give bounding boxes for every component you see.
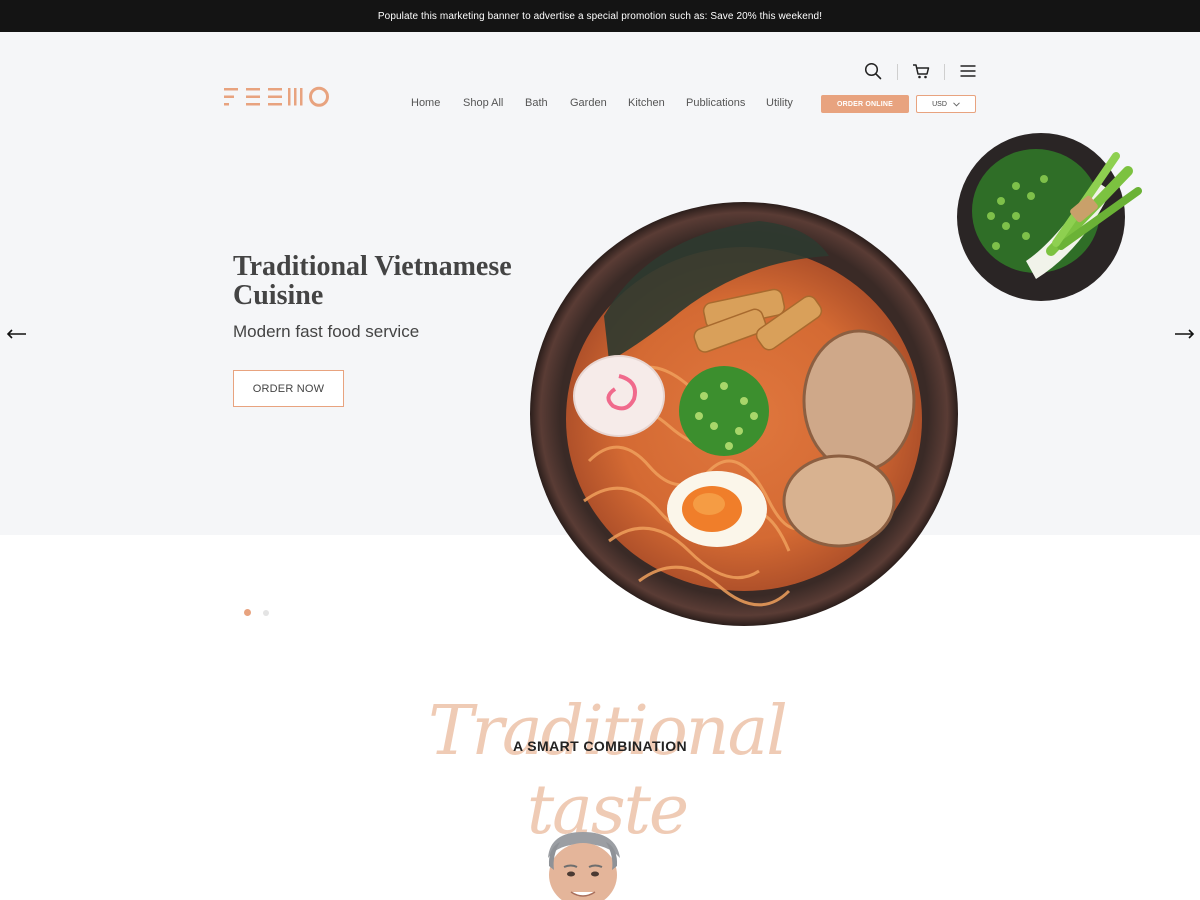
nav-item-publications[interactable]: Publications [686, 97, 745, 109]
prev-slide-arrow-icon[interactable] [6, 326, 28, 342]
chevron-down-icon [953, 101, 960, 107]
slide-dot-active[interactable] [244, 609, 251, 616]
currency-value: USD [932, 100, 947, 108]
chef-portrait-image [538, 830, 628, 900]
nav-item-utility[interactable]: Utility [766, 97, 793, 109]
nav-item-garden[interactable]: Garden [570, 97, 607, 109]
header-divider [944, 64, 945, 80]
cart-icon[interactable] [912, 62, 932, 82]
ramen-bowl-image [529, 201, 959, 627]
slide-dot[interactable] [263, 610, 269, 616]
header-divider [897, 64, 898, 80]
hero-title: Traditional Vietnamese Cuisine [233, 251, 512, 311]
nav-item-shop-all[interactable]: Shop All [463, 97, 503, 109]
green-onion-bowl-image [956, 131, 1142, 303]
nav-item-home[interactable]: Home [411, 97, 440, 109]
nav-item-kitchen[interactable]: Kitchen [628, 97, 665, 109]
logo[interactable] [224, 86, 332, 108]
menu-icon[interactable] [959, 62, 979, 82]
nav-item-bath[interactable]: Bath [525, 97, 548, 109]
logo-mark [224, 86, 329, 107]
search-icon[interactable] [864, 62, 884, 82]
promo-banner: Populate this marketing banner to advert… [0, 0, 1200, 32]
next-slide-arrow-icon[interactable] [1173, 326, 1195, 342]
order-online-button[interactable]: ORDER ONLINE [821, 95, 909, 113]
header-icons [860, 62, 980, 82]
currency-select[interactable]: USD [916, 95, 976, 113]
promo-text: Populate this marketing banner to advert… [377, 10, 823, 22]
section-title: A SMART COMBINATION [512, 738, 688, 754]
order-now-button[interactable]: ORDER NOW [233, 370, 344, 407]
hero-subtitle: Modern fast food service [233, 322, 420, 341]
section-script-text: Traditional taste [428, 692, 788, 850]
